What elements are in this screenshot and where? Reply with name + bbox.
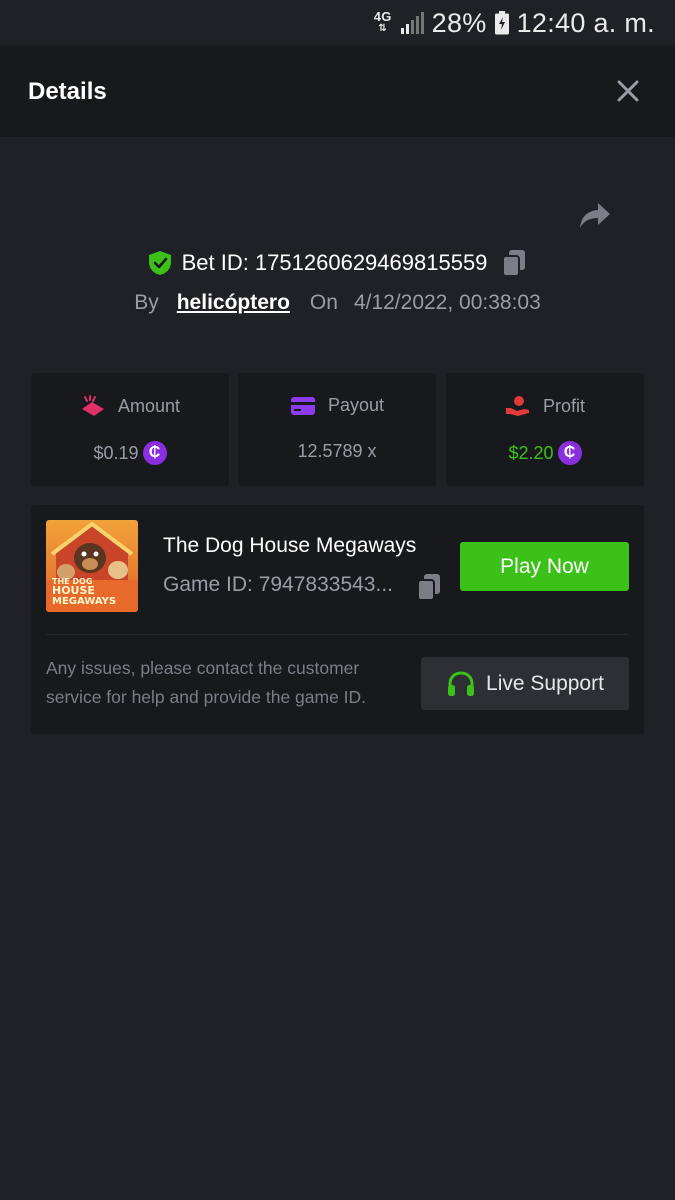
details-header: Details: [0, 46, 675, 137]
network-indicator: 4G ⇅: [373, 9, 392, 35]
payout-card: Payout 12.5789 x: [238, 373, 436, 486]
clock: 12:40 a. m.: [516, 7, 655, 38]
bet-datetime: 4/12/2022, 00:38:03: [353, 291, 541, 314]
wallet-card-icon: [290, 396, 315, 415]
network-arrows-icon: ⇅: [378, 23, 388, 34]
copy-game-id-button[interactable]: [416, 573, 442, 601]
share-button[interactable]: [578, 200, 612, 232]
game-title: The Dog House Megaways: [163, 534, 417, 557]
profit-value-row: $2.20 ₵: [446, 441, 644, 465]
hand-money-icon: [505, 396, 529, 416]
shield-check-icon: [148, 251, 171, 275]
amount-value-row: $0.19 ₵: [31, 441, 229, 465]
amount-label: Amount: [117, 395, 181, 416]
profit-label-row: Profit: [446, 395, 644, 417]
profit-value: $2.20: [508, 442, 554, 463]
battery-icon: [494, 11, 509, 35]
battery-percent: 28%: [431, 7, 487, 38]
signal-icon: [400, 12, 424, 34]
share-icon: [580, 203, 610, 228]
coin-icon: ₵: [557, 441, 582, 465]
game-id: Game ID: 7947833543...: [163, 573, 393, 596]
thumb-text-3: MEGAWAYS: [52, 596, 116, 607]
support-notice: Any issues, please contact the customer …: [46, 658, 367, 707]
network-type: 4G: [373, 9, 392, 24]
amount-icon: [81, 395, 104, 416]
play-now-button[interactable]: Play Now: [460, 542, 629, 591]
amount-value: $0.19: [93, 442, 139, 463]
game-thumbnail-art: THE DOG HOUSE MEGAWAYS: [46, 520, 138, 612]
headset-icon: [448, 670, 475, 696]
close-icon: [617, 80, 639, 102]
user-link[interactable]: helicóptero: [177, 291, 290, 315]
profit-card: Profit $2.20 ₵: [446, 373, 644, 486]
bet-id-row: Bet ID: 1751260629469815559: [0, 246, 675, 280]
amount-card: Amount $0.19 ₵: [31, 373, 229, 486]
copy-icon[interactable]: [501, 249, 527, 277]
live-support-button[interactable]: Live Support: [421, 657, 629, 710]
status-icons: 4G ⇅ 28% 12:40 a. m.: [374, 6, 655, 40]
coin-icon: ₵: [142, 441, 167, 465]
profit-label: Profit: [542, 395, 585, 416]
bet-author-row: By helicóptero On 4/12/2022, 00:38:03: [0, 286, 675, 320]
game-thumbnail[interactable]: THE DOG HOUSE MEGAWAYS: [46, 520, 138, 612]
payout-value: 12.5789 x: [297, 441, 377, 461]
live-support-label: Live Support: [486, 671, 604, 695]
payout-label: Payout: [327, 395, 385, 415]
payout-value-row: 12.5789 x: [238, 441, 436, 462]
by-label: By: [134, 291, 159, 314]
divider: [46, 634, 629, 635]
bet-id: Bet ID: 1751260629469815559: [181, 250, 488, 275]
game-card: THE DOG HOUSE MEGAWAYS The Dog House Meg…: [31, 505, 644, 734]
payout-label-row: Payout: [238, 395, 436, 416]
close-button[interactable]: [613, 76, 643, 106]
on-label: On: [309, 291, 338, 314]
copy-icon: [417, 574, 440, 601]
status-bar: 4G ⇅ 28% 12:40 a. m.: [0, 0, 675, 46]
amount-label-row: Amount: [31, 395, 229, 417]
page-title: Details: [28, 78, 107, 105]
